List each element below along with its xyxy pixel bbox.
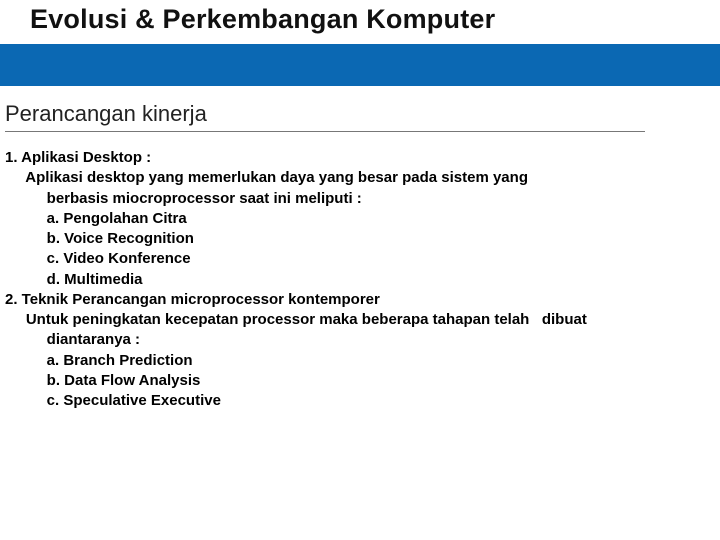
- content-line: 1. Aplikasi Desktop :: [5, 148, 715, 168]
- content-line: 2. Teknik Perancangan microprocessor kon…: [5, 290, 715, 310]
- content-line: c. Video Konference: [5, 249, 715, 269]
- content-line: c. Speculative Executive: [5, 391, 715, 411]
- content-line: b. Voice Recognition: [5, 229, 715, 249]
- content-line: d. Multimedia: [5, 270, 715, 290]
- content-line: b. Data Flow Analysis: [5, 371, 715, 391]
- content-line: Untuk peningkatan kecepatan processor ma…: [5, 310, 715, 330]
- content-line: Aplikasi desktop yang memerlukan daya ya…: [5, 168, 715, 188]
- content-line: berbasis miocroprocessor saat ini melipu…: [5, 189, 715, 209]
- content-line: a. Branch Prediction: [5, 351, 715, 371]
- content-line: a. Pengolahan Citra: [5, 209, 715, 229]
- header-band: [0, 44, 720, 86]
- content-body: 1. Aplikasi Desktop : Aplikasi desktop y…: [5, 148, 715, 411]
- section-heading: Perancangan kinerja: [5, 101, 645, 132]
- slide-title: Evolusi & Perkembangan Komputer: [30, 4, 495, 35]
- content-line: diantaranya :: [5, 330, 715, 350]
